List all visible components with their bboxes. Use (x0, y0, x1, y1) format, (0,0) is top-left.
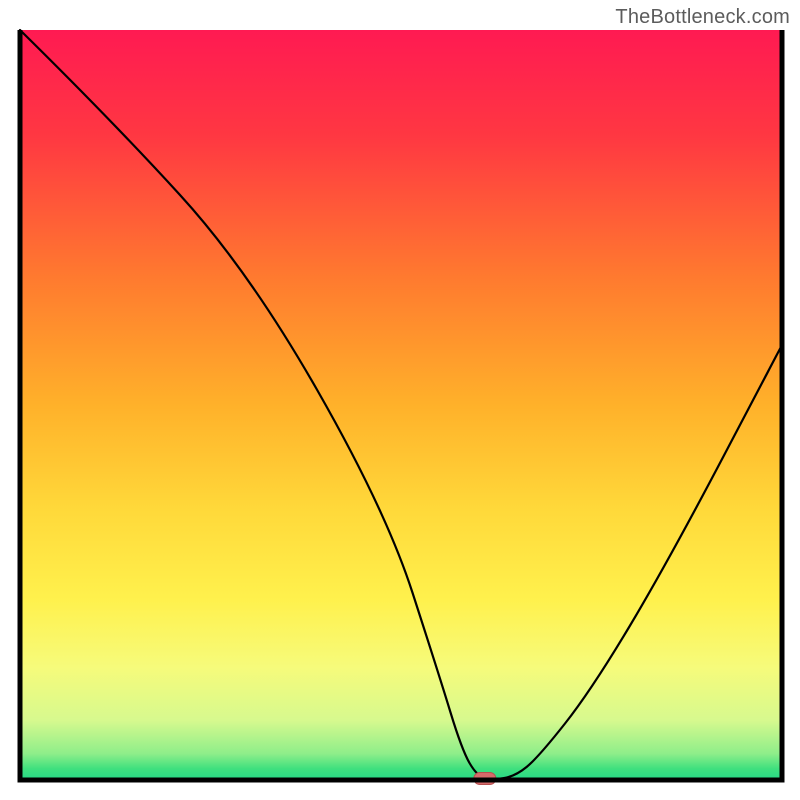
bottleneck-chart (0, 0, 800, 800)
plot-background (20, 30, 782, 780)
watermark-label: TheBottleneck.com (615, 6, 790, 29)
chart-container: TheBottleneck.com (0, 0, 800, 800)
